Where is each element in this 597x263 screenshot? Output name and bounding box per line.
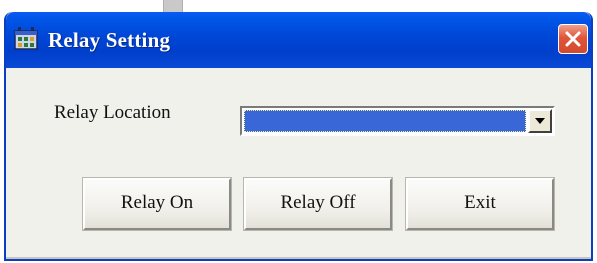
relay-setting-dialog: Relay Setting Relay Location Relay On Re…: [4, 12, 593, 261]
relay-location-dropdown[interactable]: [240, 106, 555, 136]
chevron-down-icon: [535, 118, 545, 124]
relay-location-label: Relay Location: [54, 102, 171, 123]
close-icon: [565, 31, 581, 47]
relay-on-button[interactable]: Relay On: [82, 177, 232, 231]
relay-location-selected-value: [244, 110, 526, 132]
title-bar[interactable]: Relay Setting: [6, 12, 591, 68]
window-title: Relay Setting: [48, 28, 171, 52]
exit-button[interactable]: Exit: [405, 177, 555, 231]
close-button[interactable]: [558, 24, 588, 54]
dropdown-arrow-button[interactable]: [528, 109, 552, 133]
dialog-body: Relay Location Relay On Relay Off Exit: [6, 68, 591, 259]
background-artifact: [163, 0, 183, 12]
window-bottom-edge: [6, 257, 591, 259]
grid-window-icon: [13, 26, 39, 52]
screenshot-stage: Relay Setting Relay Location Relay On Re…: [0, 0, 597, 263]
relay-off-button[interactable]: Relay Off: [243, 177, 393, 231]
